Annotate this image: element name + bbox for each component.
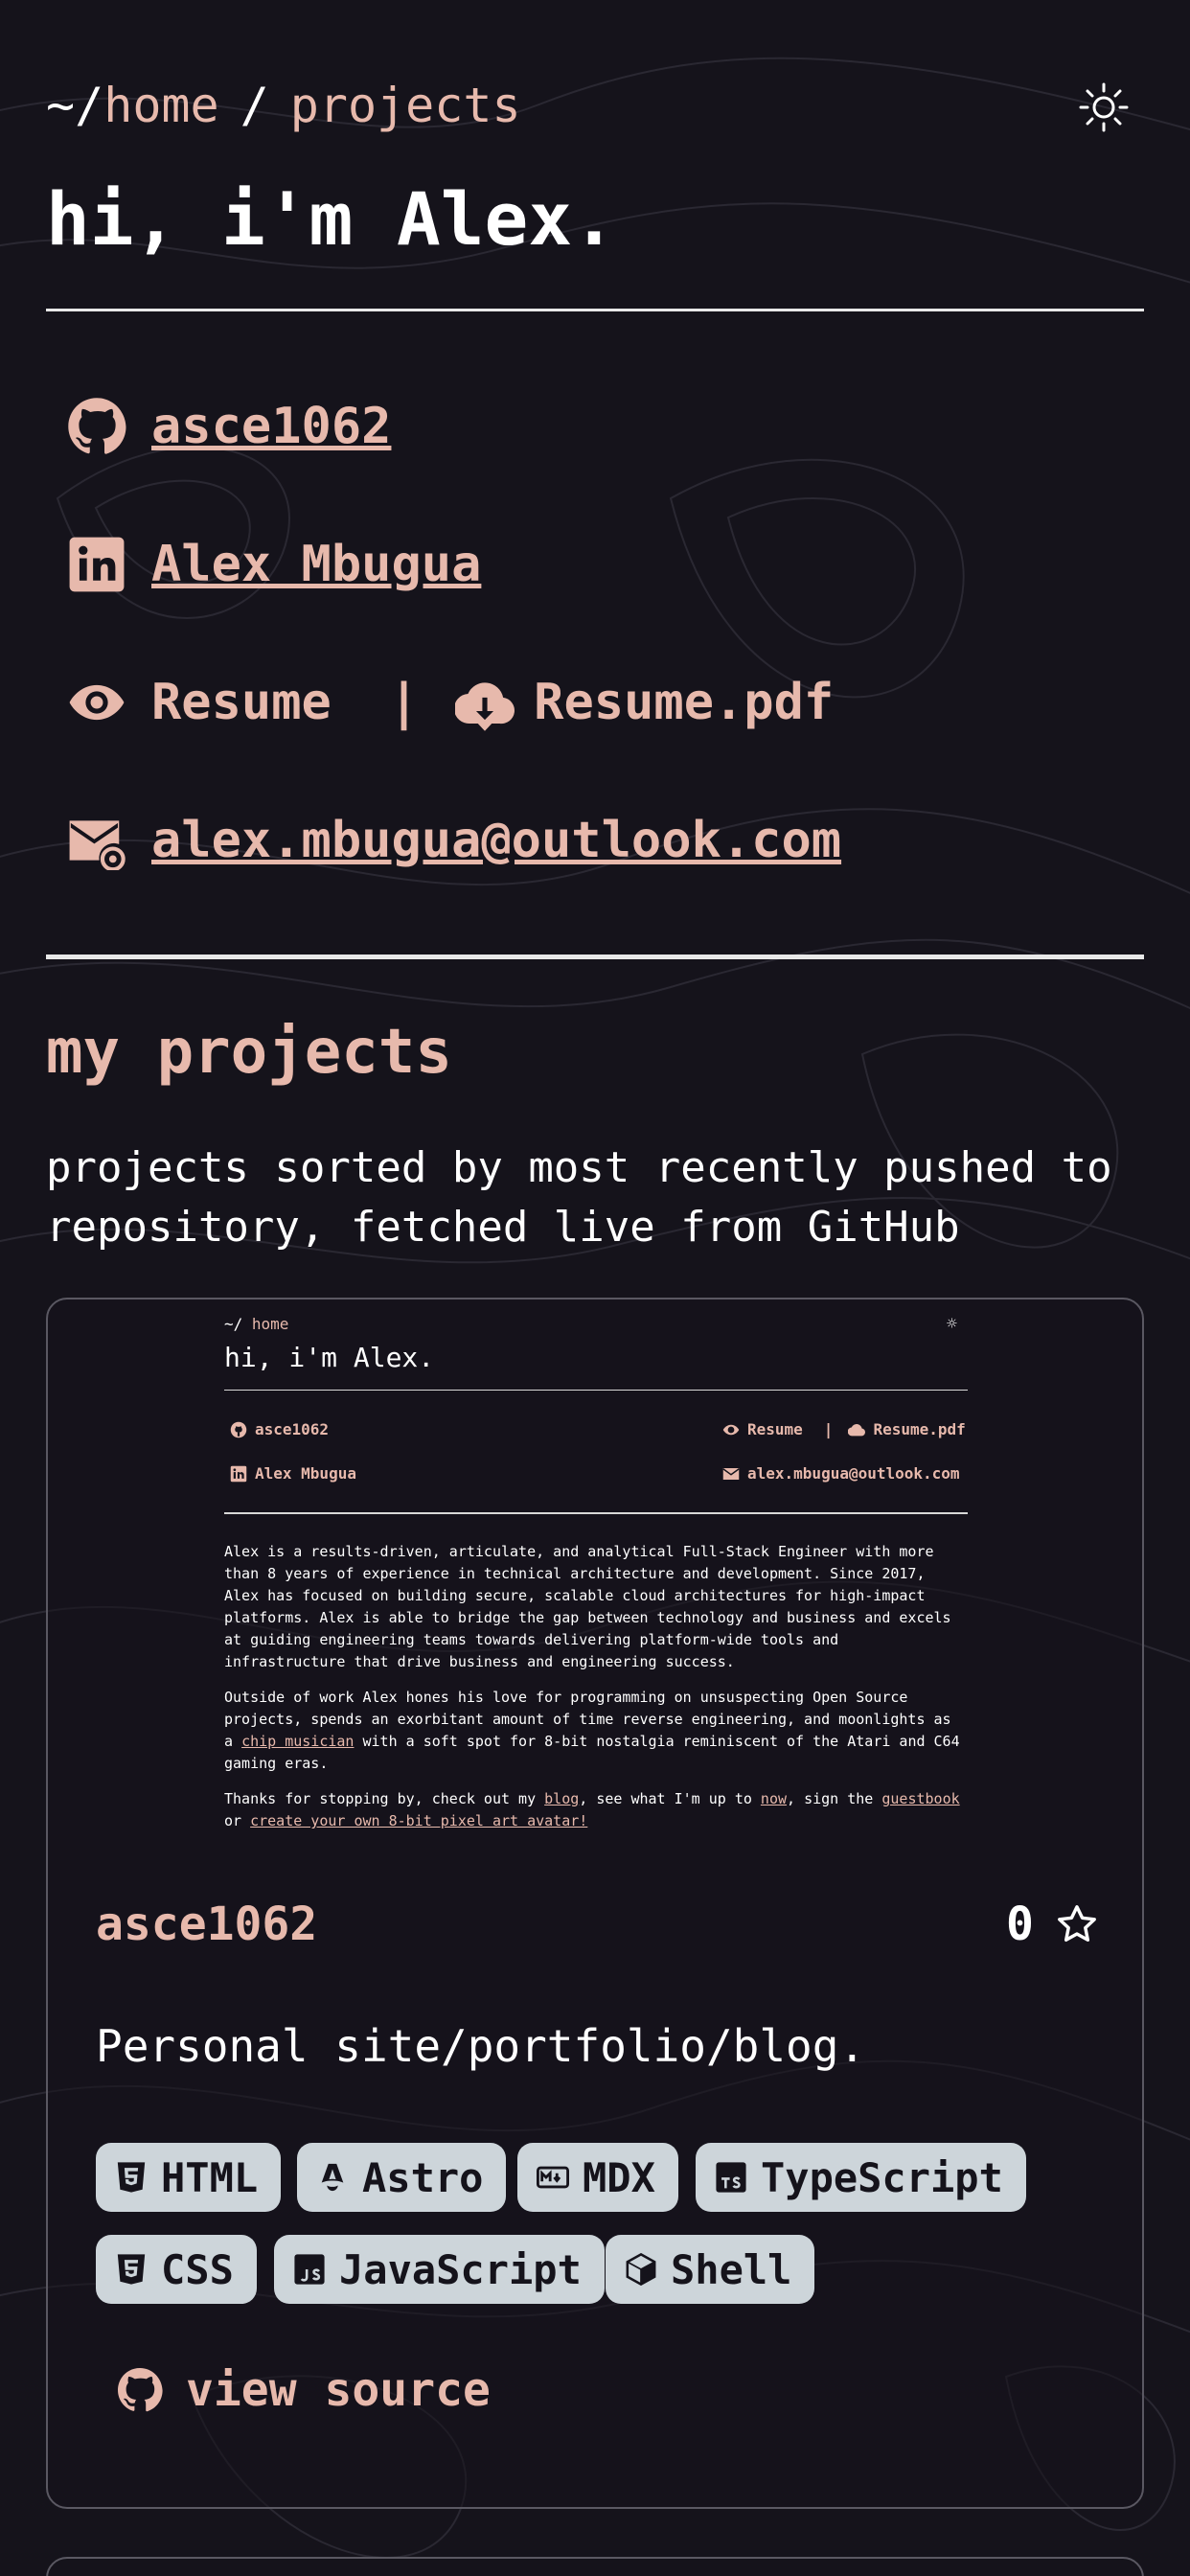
tag-typescript: TypeScript — [696, 2143, 1026, 2212]
javascript-icon — [294, 2254, 325, 2285]
preview-bio-paragraph: Alex is a results-driven, articulate, an… — [224, 1543, 951, 1670]
css3-icon — [117, 2254, 146, 2285]
breadcrumb-home-link[interactable]: home — [103, 77, 218, 134]
preview-resume-divider: | — [823, 1420, 834, 1438]
github-icon — [118, 2368, 163, 2412]
tag-label: Astro — [362, 2153, 484, 2201]
theme-toggle-button[interactable] — [1079, 82, 1129, 132]
preview-text: or — [224, 1812, 251, 1829]
tag-label: TypeScript — [761, 2153, 1003, 2201]
project-description: Personal site/portfolio/blog. — [96, 2020, 866, 2072]
shell-icon — [626, 2253, 656, 2286]
cloud-download-icon — [848, 1423, 866, 1436]
star-count: 0 — [1006, 1898, 1099, 1951]
preview-crumb-root: ~/ — [224, 1315, 243, 1333]
tag-shell: Shell — [606, 2235, 815, 2304]
preview-hobby-paragraph: Outside of work Alex hones his love for … — [224, 1687, 968, 1775]
tag-html: HTML — [96, 2143, 282, 2212]
github-link[interactable]: asce1062 — [67, 397, 391, 456]
project-card-next — [46, 2557, 1144, 2576]
star-icon — [1057, 1905, 1096, 1943]
preview-now-link: now — [760, 1790, 788, 1807]
preview-divider — [224, 1390, 968, 1391]
preview-email: alex.mbugua@outlook.com — [722, 1462, 960, 1484]
page-title: hi, i'm Alex. — [46, 176, 616, 262]
email-link[interactable]: alex.mbugua@outlook.com — [67, 811, 841, 870]
tag-label: CSS — [161, 2245, 234, 2293]
preview-linkedin-name: Alex Mbugua — [255, 1464, 356, 1483]
linkedin-icon — [69, 537, 125, 592]
preview-avatar-link: create your own 8-bit pixel art avatar! — [250, 1812, 588, 1829]
mail-icon — [722, 1467, 740, 1480]
preview-text: , see what I'm up to — [579, 1790, 761, 1807]
project-preview-image: ~/ home ☼ hi, i'm Alex. asce1062 Alex Mb… — [48, 1300, 1142, 1857]
breadcrumb: ~/ home / projects — [46, 77, 521, 134]
preview-github-username: asce1062 — [255, 1420, 330, 1438]
preview-sun-icon: ☼ — [947, 1314, 957, 1334]
tag-label: MDX — [583, 2153, 655, 2201]
preview-chip-musician-link: chip musician — [241, 1733, 355, 1750]
email-address: alex.mbugua@outlook.com — [151, 812, 842, 869]
sun-icon — [1079, 82, 1129, 132]
resume-label: Resume — [151, 674, 332, 731]
preview-title: hi, i'm Alex. — [224, 1342, 435, 1373]
typescript-icon — [716, 2162, 746, 2193]
tag-javascript: JavaScript — [274, 2235, 605, 2304]
github-icon — [230, 1421, 247, 1438]
breadcrumb-projects-link[interactable]: projects — [290, 77, 521, 134]
resume-links: Resume | Resume.pdf — [67, 673, 834, 732]
preview-linkedin: Alex Mbugua — [230, 1462, 356, 1484]
linkedin-icon — [230, 1465, 247, 1482]
section-title: my projects — [46, 1017, 452, 1088]
preview-text: , sign the — [787, 1790, 882, 1807]
download-resume-link[interactable]: Resume.pdf — [455, 673, 834, 732]
view-resume-link[interactable]: Resume — [67, 673, 332, 732]
breadcrumb-separator: / — [240, 78, 269, 133]
tag-astro: Astro — [297, 2143, 507, 2212]
project-name-link[interactable]: asce1062 — [96, 1898, 317, 1951]
preview-text: Thanks for stopping by, check out my — [224, 1790, 545, 1807]
divider — [46, 954, 1144, 959]
view-source-label: view source — [186, 2363, 491, 2417]
preview-resume-links: Resume | Resume.pdf — [722, 1418, 966, 1440]
preview-github: asce1062 — [230, 1418, 329, 1440]
eye-icon — [722, 1424, 740, 1435]
astro-icon — [321, 2163, 344, 2192]
divider — [46, 309, 1144, 311]
html5-icon — [117, 2162, 146, 2193]
github-icon — [68, 398, 126, 454]
breadcrumb-root: ~/ — [46, 78, 104, 133]
project-card: ~/ home ☼ hi, i'm Alex. asce1062 Alex Mb… — [46, 1298, 1144, 2509]
resume-divider: | — [388, 674, 420, 731]
tag-mdx: MDX — [517, 2143, 678, 2212]
eye-icon — [69, 684, 125, 721]
cloud-download-icon — [455, 682, 515, 731]
preview-resume-pdf-label: Resume.pdf — [873, 1420, 966, 1438]
resume-pdf-label: Resume.pdf — [534, 674, 835, 731]
mail-at-icon — [69, 820, 126, 870]
mdx-icon — [537, 2166, 569, 2189]
preview-divider — [224, 1512, 968, 1514]
preview-thanks-paragraph: Thanks for stopping by, check out my blo… — [224, 1788, 968, 1832]
preview-blog-link: blog — [544, 1790, 580, 1807]
section-description: projects sorted by most recently pushed … — [46, 1143, 1112, 1252]
tag-label: HTML — [161, 2153, 259, 2201]
tag-css: CSS — [96, 2235, 257, 2304]
view-source-link[interactable]: view source — [117, 2363, 491, 2417]
preview-email-address: alex.mbugua@outlook.com — [747, 1464, 960, 1483]
github-username: asce1062 — [151, 398, 392, 455]
linkedin-name: Alex Mbugua — [151, 536, 482, 593]
preview-breadcrumb: ~/ home — [224, 1313, 288, 1335]
star-count-value: 0 — [1006, 1898, 1034, 1951]
preview-guestbook-link: guestbook — [881, 1790, 960, 1807]
tag-label: JavaScript — [339, 2245, 582, 2293]
preview-crumb-home: home — [251, 1315, 289, 1333]
linkedin-link[interactable]: Alex Mbugua — [67, 535, 481, 594]
preview-resume-label: Resume — [747, 1420, 803, 1438]
tag-label: Shell — [671, 2245, 792, 2293]
